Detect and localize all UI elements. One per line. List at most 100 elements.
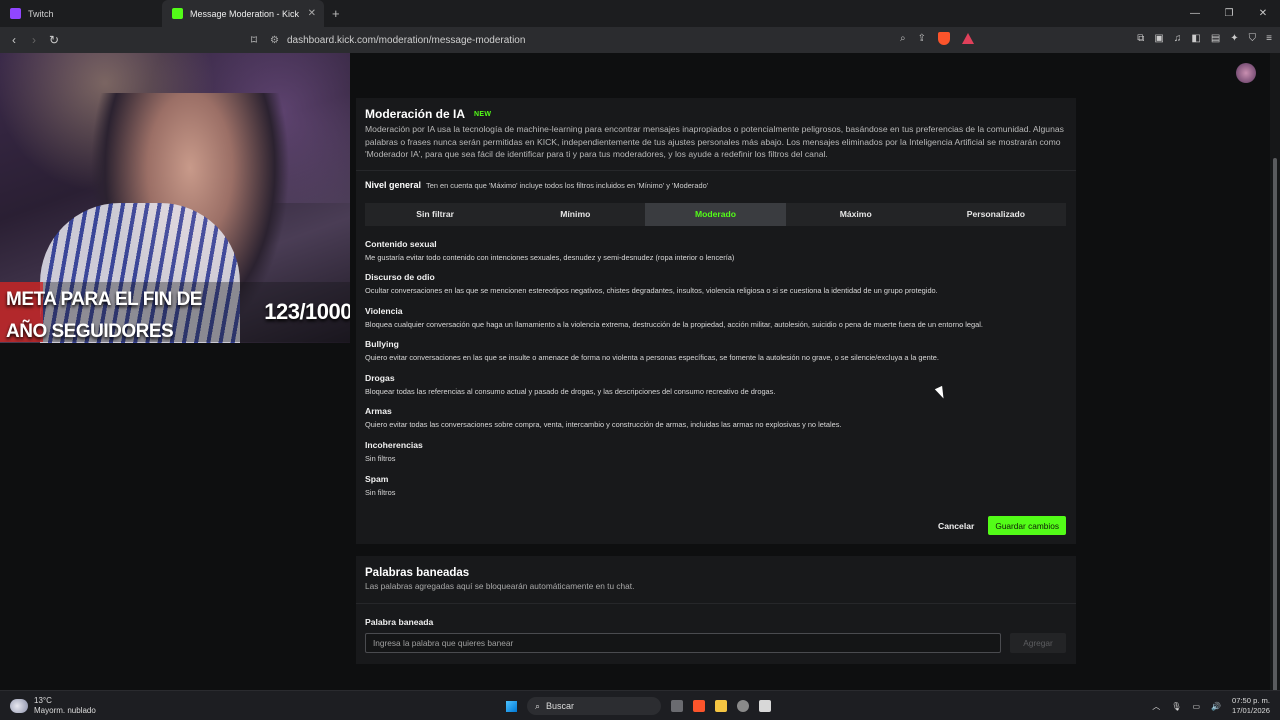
browser-tab-bar: Twitch Message Moderation - Kick Dash ✕ … (0, 0, 1280, 27)
category-description: Bloquear todas las referencias al consum… (365, 387, 776, 396)
extensions-icon[interactable]: ⧉ (1137, 33, 1144, 44)
vpn-icon[interactable]: ⛉ (1249, 33, 1257, 44)
category-hate-speech: Discurso de odio Ocultar conversaciones … (365, 272, 1065, 295)
banned-words-title: Palabras baneadas (365, 567, 470, 579)
tab-twitch[interactable]: Twitch (0, 0, 162, 27)
general-level-label: Nivel general (365, 180, 422, 190)
network-icon[interactable]: ▭ (1192, 702, 1200, 711)
windows-start-icon[interactable] (506, 700, 517, 712)
tab-kick[interactable]: Message Moderation - Kick Dash ✕ (162, 0, 324, 27)
close-window-icon[interactable]: ✕ (1246, 0, 1280, 27)
banned-word-input[interactable] (365, 633, 1001, 653)
minimize-icon[interactable]: — (1178, 0, 1212, 27)
category-drugs: Drogas Bloquear todas las referencias al… (365, 373, 1065, 396)
brave-browser-icon[interactable] (693, 700, 705, 712)
level-option-moderado[interactable]: Moderado (645, 203, 786, 226)
level-option-sin-filtrar[interactable]: Sin filtrar (365, 203, 505, 226)
screenshot-icon[interactable]: ▣ (1154, 33, 1163, 44)
follower-goal-count: 123/1000 (264, 299, 350, 324)
save-changes-button[interactable]: Guardar cambios (988, 516, 1066, 535)
level-option-minimo[interactable]: Mínimo (505, 203, 645, 226)
level-option-personalizado[interactable]: Personalizado (926, 203, 1066, 226)
category-sexual-content: Contenido sexual Me gustaría evitar todo… (365, 239, 1065, 262)
extensions-area: ⧉ ▣ ♫ ◧ ▤ ✦ ⛉ ≡ (1137, 33, 1272, 44)
webcam-overlay: META PARA EL FIN DE AÑO SEGUIDORES 123/1… (0, 53, 350, 343)
close-tab-icon[interactable]: ✕ (308, 8, 316, 19)
wallet-icon[interactable]: ▤ (1211, 33, 1220, 44)
file-explorer-icon[interactable] (715, 700, 727, 712)
category-description: Me gustaría evitar todo contenido con in… (365, 253, 735, 262)
reload-icon[interactable]: ↻ (44, 33, 64, 47)
weather-widget[interactable]: 13°C Mayorm. nublado (10, 696, 96, 716)
page-scrollbar[interactable] (1270, 53, 1280, 703)
category-description: Sin filtros (365, 488, 396, 497)
cancel-button[interactable]: Cancelar (938, 521, 974, 531)
tray-chevron-icon[interactable]: ︿ (1152, 701, 1160, 712)
form-actions: Cancelar Guardar cambios (938, 516, 1066, 535)
banned-words-subtitle: Las palabras agregadas aquí se bloqueará… (365, 581, 635, 591)
category-title: Spam (365, 474, 389, 484)
category-title: Discurso de odio (365, 272, 435, 282)
forward-icon[interactable]: › (24, 33, 44, 47)
site-info-icon[interactable]: ⚙ (270, 35, 279, 46)
zoom-icon[interactable]: ⌕ (900, 33, 906, 44)
banned-words-panel: Palabras baneadas Las palabras agregadas… (356, 556, 1076, 664)
windows-taskbar: 13°C Mayorm. nublado ⌕ Buscar ︿ 🎙 ▭ 🔊 07… (0, 690, 1280, 720)
category-description: Bloquea cualquier conversación que haga … (365, 320, 983, 329)
level-selector: Sin filtrar Mínimo Moderado Máximo Perso… (365, 203, 1066, 226)
divider (356, 170, 1076, 171)
category-weapons: Armas Quiero evitar todas las conversaci… (365, 406, 1065, 429)
taskbar-apps: ⌕ Buscar (506, 697, 771, 715)
general-level-header: Nivel general Ten en cuenta que 'Máximo'… (365, 180, 708, 190)
category-title: Armas (365, 406, 392, 416)
calculator-icon[interactable] (759, 700, 771, 712)
category-description: Sin filtros (365, 454, 396, 463)
kick-icon (172, 8, 183, 19)
clock-time: 07:50 p. m. (1232, 696, 1270, 705)
banned-word-label: Palabra baneada (365, 617, 434, 627)
search-label: Buscar (546, 701, 575, 711)
task-view-icon[interactable] (671, 700, 683, 712)
divider (356, 603, 1076, 604)
window-controls: — ❐ ✕ (1178, 0, 1280, 27)
category-title: Bullying (365, 339, 399, 349)
taskbar-search[interactable]: ⌕ Buscar (527, 697, 661, 715)
category-incoherences: Incoherencias Sin filtros (365, 440, 1065, 463)
cloud-icon (10, 699, 28, 713)
address-toolbar: ‹ › ↻ ⌑ ⚙ dashboard.kick.com/moderation/… (0, 27, 1280, 53)
general-level-note: Ten en cuenta que 'Máximo' incluye todos… (426, 181, 709, 190)
clock[interactable]: 07:50 p. m. 17/01/2026 (1232, 696, 1270, 716)
brave-shield-icon[interactable] (938, 32, 950, 45)
back-icon[interactable]: ‹ (4, 33, 24, 47)
microphone-icon[interactable]: 🎙 (1171, 702, 1181, 711)
scrollbar-thumb[interactable] (1273, 158, 1277, 703)
new-tab-icon[interactable]: + (332, 6, 340, 21)
category-title: Drogas (365, 373, 395, 383)
category-bullying: Bullying Quiero evitar conversaciones en… (365, 339, 1065, 362)
bookmark-icon[interactable]: ⌑ (244, 33, 264, 47)
category-description: Quiero evitar conversaciones en las que … (365, 353, 939, 362)
ai-moderation-panel: Moderación de IA NEW Moderación por IA u… (356, 98, 1076, 544)
media-icon[interactable]: ♫ (1174, 33, 1182, 44)
twitch-icon (10, 8, 21, 19)
search-icon: ⌕ (535, 700, 541, 711)
level-option-maximo[interactable]: Máximo (786, 203, 926, 226)
ai-moderation-title: Moderación de IA NEW (365, 107, 491, 121)
category-title: Contenido sexual (365, 239, 437, 249)
sidebar-icon[interactable]: ◧ (1191, 33, 1200, 44)
tab-label: Message Moderation - Kick Dash (190, 8, 302, 19)
restore-icon[interactable]: ❐ (1212, 0, 1246, 27)
menu-icon[interactable]: ≡ (1266, 33, 1272, 44)
leo-icon[interactable]: ✦ (1230, 33, 1238, 44)
clock-date: 17/01/2026 (1231, 706, 1270, 715)
volume-icon[interactable]: 🔊 (1211, 702, 1221, 711)
add-banned-word-button[interactable]: Agregar (1010, 633, 1066, 653)
brave-rewards-icon[interactable] (962, 33, 974, 44)
new-badge: NEW (474, 110, 492, 118)
ai-moderation-title-text: Moderación de IA (365, 107, 466, 121)
share-icon[interactable]: ⇪ (918, 33, 926, 44)
settings-icon[interactable] (737, 700, 749, 712)
url-bar[interactable]: ⚙ dashboard.kick.com/moderation/message-… (270, 31, 990, 49)
user-avatar[interactable] (1236, 63, 1256, 83)
url-actions: ⌕ ⇪ (900, 32, 974, 45)
